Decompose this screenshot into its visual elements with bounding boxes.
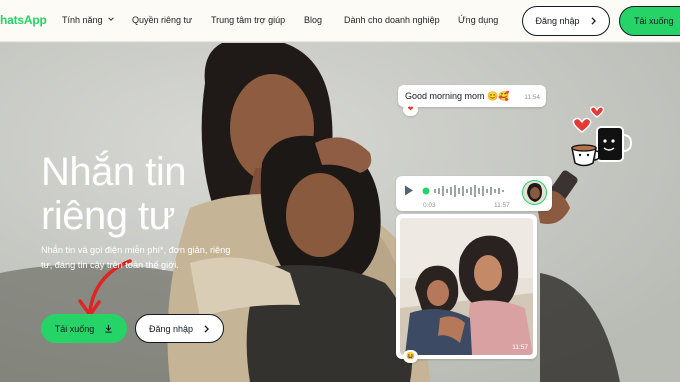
login-button-label: Đăng nhập	[535, 16, 580, 26]
chat-text-time: 11:54	[524, 94, 540, 101]
hero-login-button[interactable]: Đăng nhập	[135, 314, 224, 343]
voice-elapsed: 0:03	[423, 202, 436, 209]
chat-photo-time: 11:57	[512, 344, 528, 351]
download-button[interactable]: Tải xuống	[619, 6, 680, 36]
voice-waveform	[422, 185, 504, 197]
chevron-right-icon	[590, 17, 596, 25]
download-button-label: Tải xuống	[634, 16, 674, 26]
top-nav: hatsApp Tính năng Quyền riêng tư Trung t…	[0, 0, 680, 42]
headline-line-2: riêng tư	[41, 194, 175, 238]
nav-features[interactable]: Tính năng	[62, 15, 114, 25]
hero-subtitle: Nhắn tin và gọi điện miễn phí*, đơn giản…	[41, 245, 231, 270]
hero-section: Nhắn tin riêng tư Nhắn tin và gọi điện m…	[0, 43, 680, 382]
heart-reaction-icon: ❤	[403, 103, 418, 116]
nav-apps[interactable]: Ứng dụng	[458, 15, 498, 25]
chevron-right-icon	[204, 324, 210, 333]
nav-business[interactable]: Dành cho doanh nghiệp	[344, 15, 440, 25]
hero-download-label: Tải xuống	[54, 323, 95, 334]
chat-text-message: Good morning mom 😊🥰	[405, 91, 510, 101]
smile-reaction-icon: 😆	[403, 350, 418, 363]
chat-photo-bubble[interactable]: 11:57	[396, 214, 537, 359]
download-icon	[105, 324, 112, 333]
voice-time: 11:57	[494, 202, 510, 209]
nav-privacy[interactable]: Quyền riêng tư	[132, 15, 192, 25]
play-icon[interactable]	[404, 185, 414, 196]
whatsapp-logo[interactable]: hatsApp	[0, 13, 47, 27]
hero-download-button[interactable]: Tải xuống	[41, 314, 127, 343]
nav-help-center[interactable]: Trung tâm trợ giúp	[211, 15, 285, 25]
avatar	[522, 180, 547, 205]
headline-line-1: Nhắn tin	[41, 150, 186, 194]
nav-blog[interactable]: Blog	[304, 15, 322, 25]
hero-login-label: Đăng nhập	[148, 323, 194, 334]
nav-features-label: Tính năng	[62, 15, 103, 25]
chat-text-bubble: Good morning mom 😊🥰 11:54	[398, 85, 546, 107]
chat-photo-image	[400, 218, 533, 355]
voice-note-bubble: 0:03 11:57	[396, 176, 552, 211]
login-button[interactable]: Đăng nhập	[522, 6, 610, 36]
chevron-down-icon	[108, 17, 114, 21]
hero-headline: Nhắn tin riêng tư	[41, 150, 186, 238]
